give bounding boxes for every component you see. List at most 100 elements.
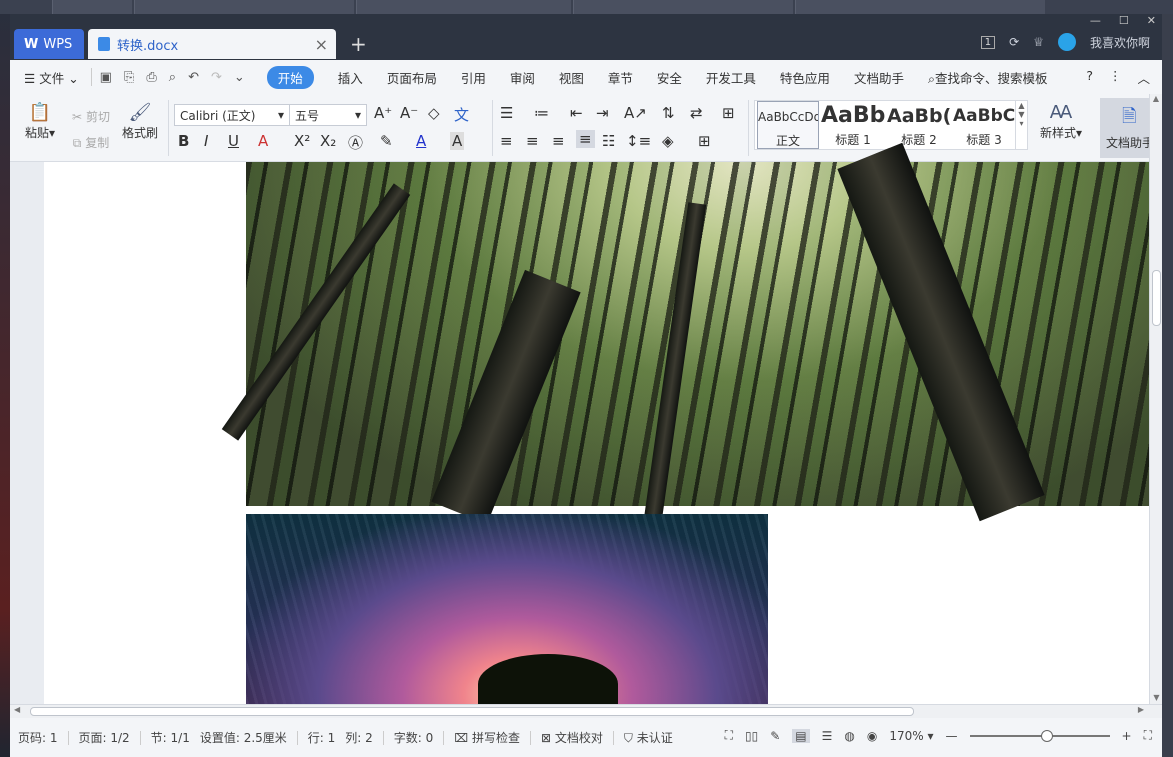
style-heading-2[interactable]: AaBb( 标题 2	[887, 101, 951, 149]
page-view-icon[interactable]: ▤	[792, 728, 810, 743]
minimize-icon[interactable]: —	[1090, 14, 1101, 28]
phonetic-guide-icon[interactable]: 文	[454, 104, 469, 125]
text-direction-icon[interactable]: A↗	[624, 104, 647, 122]
align-left-icon[interactable]: ≡	[500, 132, 513, 150]
share-icon[interactable]: ⟳	[1009, 35, 1019, 49]
show-marks-icon[interactable]: ⊞	[722, 104, 735, 122]
align-center-icon[interactable]: ≡	[526, 132, 539, 150]
web-view-icon[interactable]: ◍	[844, 729, 854, 743]
copy-button[interactable]: ⧉ 复制	[66, 134, 116, 151]
vertical-scroll-thumb[interactable]	[1152, 270, 1161, 326]
tab-section[interactable]: 章节	[608, 68, 633, 87]
window-count-badge[interactable]: 1	[980, 35, 996, 49]
italic-icon[interactable]: I	[204, 132, 208, 150]
bold-icon[interactable]: B	[178, 132, 189, 150]
zoom-slider[interactable]	[969, 729, 1110, 742]
taskbar-tab[interactable]	[795, 0, 1045, 14]
tab-home[interactable]: 开始	[266, 65, 314, 89]
sort-icon[interactable]: ⇅	[662, 104, 675, 122]
tab-wps-home[interactable]: W WPS	[14, 29, 84, 59]
line-spacing-icon[interactable]: ↕≡	[626, 132, 651, 150]
print-icon[interactable]: ⎙	[146, 70, 156, 85]
style-normal[interactable]: AaBbCcDd 正文	[757, 101, 819, 149]
font-name-select[interactable]: Calibri (正文) ▾	[174, 104, 290, 126]
user-name[interactable]: 我喜欢你啊	[1090, 34, 1150, 51]
borders-icon[interactable]: ⊞	[698, 132, 711, 150]
align-right-icon[interactable]: ≡	[552, 132, 565, 150]
line-break-icon[interactable]: ⇄	[690, 104, 703, 122]
fullscreen-icon[interactable]: ⛶	[725, 728, 733, 743]
tab-features[interactable]: 特色应用	[780, 68, 830, 87]
char-shading-icon[interactable]: A	[450, 132, 465, 150]
scroll-up-icon[interactable]: ▲	[1150, 94, 1162, 103]
tab-references[interactable]: 引用	[461, 68, 486, 87]
tab-developer[interactable]: 开发工具	[706, 68, 756, 87]
status-section[interactable]: 节: 1/1	[151, 729, 190, 746]
font-color-icon[interactable]: A	[416, 132, 426, 150]
bullet-list-icon[interactable]: ☰	[500, 104, 513, 122]
tab-page-layout[interactable]: 页面布局	[387, 68, 437, 87]
style-gallery-scroll[interactable]: ▲ ▼ ▾	[1015, 101, 1027, 149]
tab-close-icon[interactable]: ×	[315, 35, 328, 54]
decrease-indent-icon[interactable]: ⇤	[570, 104, 583, 122]
zoom-in-icon[interactable]: +	[1122, 729, 1132, 743]
undo-icon[interactable]: ↶	[188, 70, 199, 85]
style-heading-1[interactable]: AaBb 标题 1	[821, 101, 885, 149]
export-icon[interactable]: ⎘	[124, 70, 134, 85]
command-search[interactable]: ⌕查找命令、搜索模板	[928, 68, 1048, 87]
status-col[interactable]: 列: 2	[345, 729, 373, 746]
scroll-right-icon[interactable]: ▶	[1138, 705, 1144, 714]
skin-icon[interactable]: ♕	[1033, 35, 1044, 49]
status-setting[interactable]: 设置值: 2.5厘米	[200, 729, 287, 746]
text-effect-icon[interactable]: Ⓐ	[348, 132, 363, 153]
strikethrough-icon[interactable]: A	[258, 132, 268, 150]
format-painter-button[interactable]: 🖌 格式刷	[118, 102, 162, 141]
increase-font-icon[interactable]: A⁺	[374, 104, 392, 122]
zoom-out-icon[interactable]: —	[946, 729, 958, 743]
shading-icon[interactable]: ◈	[662, 132, 674, 150]
zoom-level[interactable]: 170% ▾	[889, 729, 933, 743]
add-tab-icon[interactable]: +	[350, 32, 367, 56]
redo-icon[interactable]: ↷	[211, 70, 222, 85]
more-icon[interactable]: ⌄	[234, 70, 245, 85]
collapse-ribbon-icon[interactable]: ︿	[1137, 68, 1150, 87]
superscript-icon[interactable]: X²	[294, 132, 310, 150]
save-icon[interactable]: ▣	[100, 70, 112, 85]
document-page[interactable]	[44, 142, 1149, 714]
status-page-number[interactable]: 页码: 1	[18, 729, 58, 746]
close-icon[interactable]: ✕	[1147, 14, 1156, 28]
status-word-count[interactable]: 字数: 0	[394, 729, 434, 746]
scroll-down-icon[interactable]: ▼	[1150, 693, 1162, 702]
new-style-button[interactable]: Ꜳ 新样式▾	[1034, 102, 1088, 141]
style-heading-3[interactable]: AaBbC 标题 3	[953, 101, 1015, 149]
taskbar-tab[interactable]	[52, 0, 132, 14]
zoom-slider-knob[interactable]	[1040, 729, 1053, 742]
scroll-left-icon[interactable]: ◀	[14, 705, 20, 714]
justify-icon[interactable]: ≡	[576, 130, 595, 148]
maximize-icon[interactable]: ☐	[1119, 14, 1129, 28]
outline-view-icon[interactable]: ☰	[822, 729, 833, 743]
font-size-select[interactable]: 五号 ▾	[289, 104, 367, 126]
help-icon[interactable]: ?	[1086, 68, 1093, 87]
tab-document[interactable]: 转换.docx ×	[88, 29, 336, 59]
horizontal-scrollbar[interactable]: ◀ ▶	[10, 704, 1162, 718]
fit-window-icon[interactable]: ⛶	[1144, 728, 1152, 743]
more-options-icon[interactable]: ⋮	[1109, 68, 1122, 87]
decrease-font-icon[interactable]: A⁻	[400, 104, 418, 122]
reading-mode-icon[interactable]: ▯▯	[745, 729, 758, 743]
taskbar-tab[interactable]	[134, 0, 354, 14]
taskbar-tab[interactable]	[573, 0, 793, 14]
file-menu[interactable]: ☰ 文件 ⌄	[24, 68, 79, 87]
tab-review[interactable]: 审阅	[510, 68, 535, 87]
sunset-sky-image[interactable]	[246, 514, 768, 714]
print-preview-icon[interactable]: ⌕	[169, 70, 176, 85]
spell-check-button[interactable]: ⌧ 拼写检查	[454, 729, 520, 746]
status-row[interactable]: 行: 1	[308, 729, 336, 746]
distributed-icon[interactable]: ☷	[602, 132, 615, 150]
highlight-icon[interactable]: ✎	[380, 132, 393, 150]
increase-indent-icon[interactable]: ⇥	[596, 104, 609, 122]
underline-icon[interactable]: U	[228, 132, 239, 150]
verification-status[interactable]: ⛉ 未认证	[624, 729, 673, 746]
tab-insert[interactable]: 插入	[338, 68, 363, 87]
avatar[interactable]	[1057, 33, 1076, 51]
